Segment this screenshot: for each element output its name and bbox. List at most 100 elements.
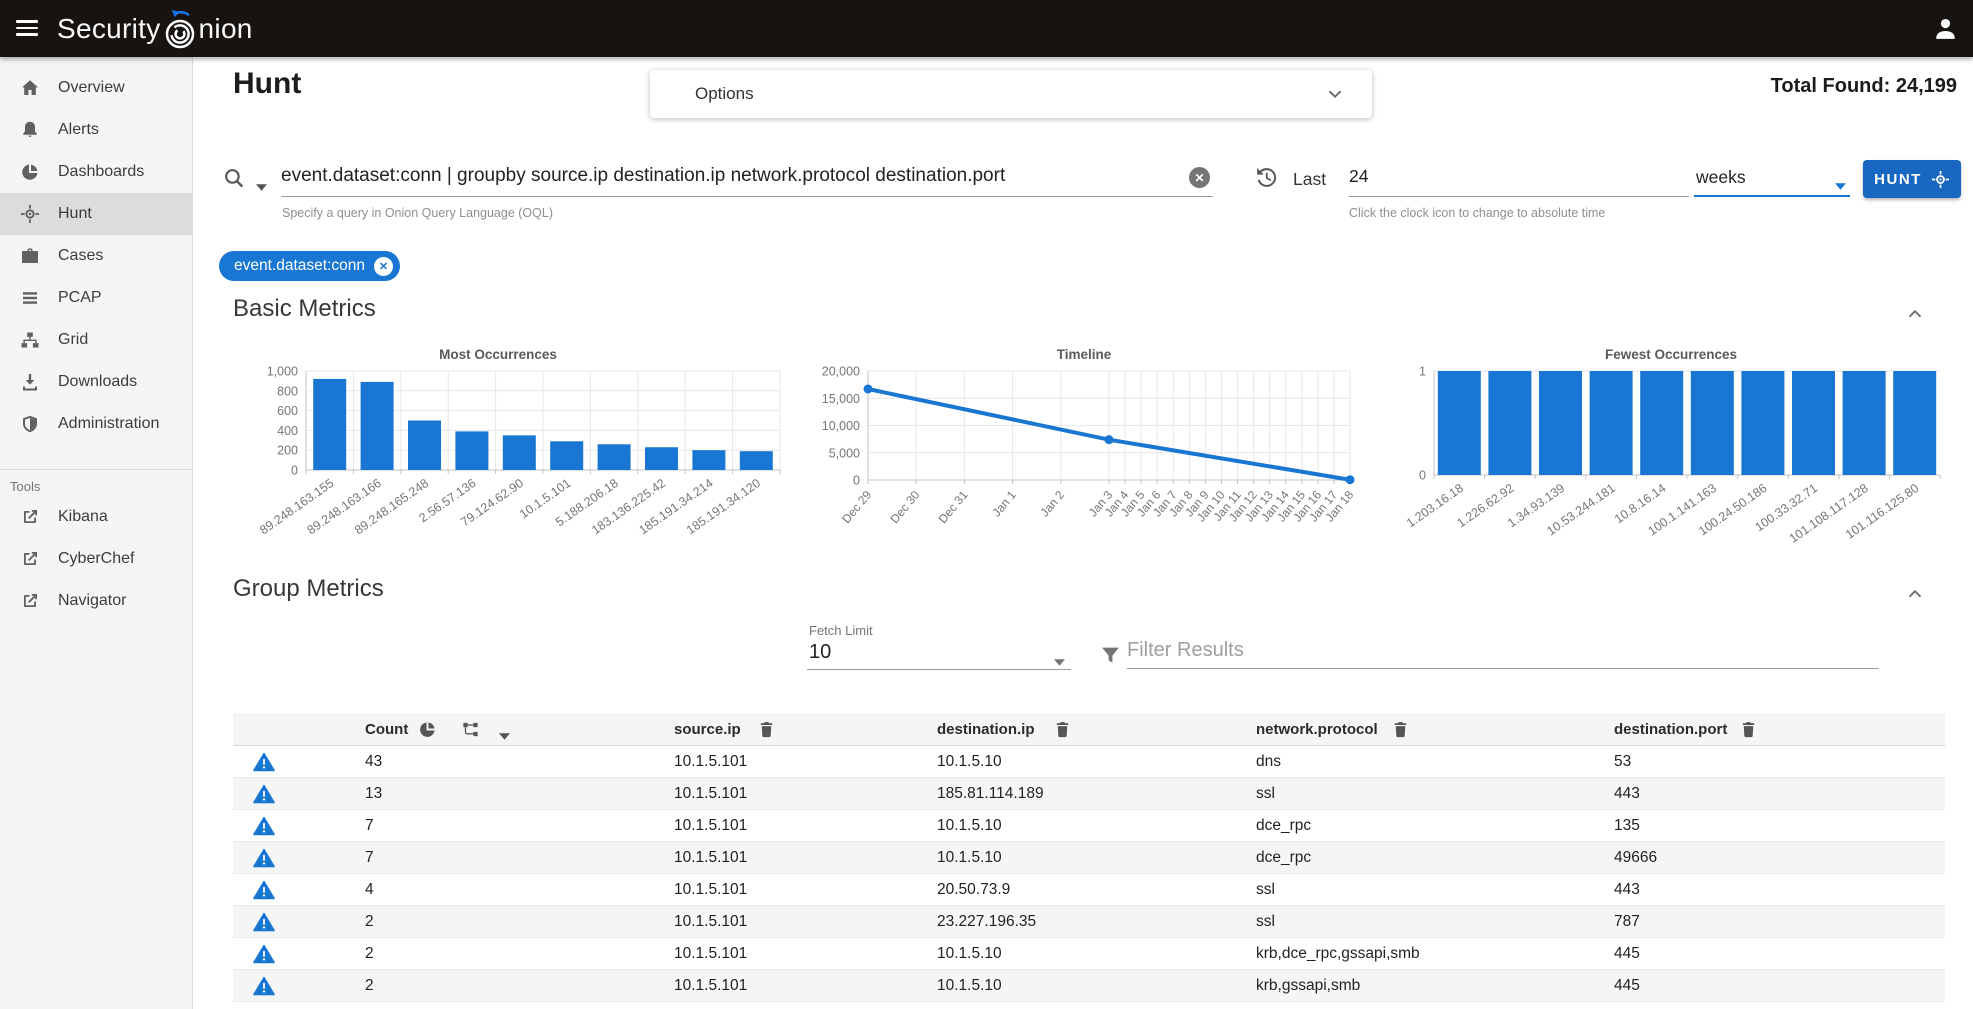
cell-network-protocol: ssl <box>1256 913 1275 931</box>
bar[interactable] <box>408 421 441 471</box>
time-value-input[interactable] <box>1349 161 1689 197</box>
bar[interactable] <box>740 451 773 470</box>
sidebar-item-kibana[interactable]: Kibana <box>0 496 192 538</box>
clear-query-icon[interactable]: ✕ <box>1189 167 1210 188</box>
bar[interactable] <box>1843 371 1886 475</box>
warning-icon[interactable] <box>253 848 275 868</box>
table-row[interactable]: 210.1.5.10110.1.5.10krb,dce_rpc,gssapi,s… <box>233 938 1945 970</box>
menu-icon[interactable] <box>10 12 44 44</box>
column-header-destination-port[interactable]: destination.port <box>1614 721 1727 738</box>
data-point[interactable] <box>864 384 873 393</box>
data-point[interactable] <box>1346 475 1355 484</box>
fetch-limit-select[interactable]: 10 <box>807 640 1071 670</box>
table-row[interactable]: 710.1.5.10110.1.5.10dce_rpc135 <box>233 810 1945 842</box>
warning-icon[interactable] <box>253 880 275 900</box>
bar[interactable] <box>1792 371 1835 475</box>
most-occurrences-chart[interactable]: Most Occurrences02004006008001,00089.248… <box>251 345 796 567</box>
user-account-icon[interactable] <box>1932 15 1959 42</box>
options-dropdown[interactable]: Options <box>650 70 1372 118</box>
filter-chip[interactable]: event.dataset:conn ✕ <box>219 251 400 281</box>
remove-column-trash-icon[interactable] <box>1053 720 1072 739</box>
bar[interactable] <box>313 379 346 470</box>
fewest-occurrences-chart[interactable]: Fewest Occurrences011.203.16.181.226.62.… <box>1406 345 1954 567</box>
collapse-basic-metrics-icon[interactable] <box>1905 303 1925 323</box>
sidebar-item-downloads[interactable]: Downloads <box>0 361 192 403</box>
warning-icon[interactable] <box>253 752 275 772</box>
remove-filter-icon[interactable]: ✕ <box>374 257 393 276</box>
warning-icon[interactable] <box>253 912 275 932</box>
bar[interactable] <box>1488 371 1531 475</box>
external-link-icon <box>20 507 40 527</box>
brand-text-left: Security <box>57 13 161 45</box>
bar[interactable] <box>1438 371 1481 475</box>
sidebar-item-cases[interactable]: Cases <box>0 235 192 277</box>
bar[interactable] <box>645 447 678 470</box>
sidebar-item-dashboards[interactable]: Dashboards <box>0 151 192 193</box>
sidebar-item-navigator[interactable]: Navigator <box>0 580 192 622</box>
query-input[interactable] <box>281 159 1213 197</box>
pie-chart-icon <box>20 162 40 182</box>
cell-destination-port: 787 <box>1614 913 1640 931</box>
sidebar-item-overview[interactable]: Overview <box>0 67 192 109</box>
bar[interactable] <box>598 444 631 470</box>
chart-type-dropdown-icon[interactable] <box>499 727 510 734</box>
lines-icon <box>20 288 40 308</box>
table-row[interactable]: 710.1.5.10110.1.5.10dce_rpc49666 <box>233 842 1945 874</box>
sidebar-item-label: Grid <box>58 331 88 349</box>
sidebar-item-hunt[interactable]: Hunt <box>0 193 192 235</box>
bar[interactable] <box>1893 371 1936 475</box>
svg-text:Jan 2: Jan 2 <box>1038 488 1068 520</box>
warning-icon[interactable] <box>253 816 275 836</box>
filter-results-input[interactable] <box>1127 637 1879 669</box>
collapse-group-metrics-icon[interactable] <box>1905 583 1925 603</box>
sidebar-item-grid[interactable]: Grid <box>0 319 192 361</box>
bar[interactable] <box>503 435 536 470</box>
column-header-source-ip[interactable]: source.ip <box>674 721 741 738</box>
sidebar-item-administration[interactable]: Administration <box>0 403 192 445</box>
graph-icon[interactable] <box>461 720 480 739</box>
column-header-destination-ip[interactable]: destination.ip <box>937 721 1035 738</box>
table-row[interactable]: 410.1.5.10120.50.73.9ssl443 <box>233 874 1945 906</box>
bar[interactable] <box>1539 371 1582 475</box>
table-row[interactable]: 210.1.5.10110.1.5.10krb,gssapi,smb445 <box>233 970 1945 1002</box>
relative-time-icon[interactable] <box>1253 165 1278 190</box>
warning-icon[interactable] <box>253 944 275 964</box>
bar[interactable] <box>1741 371 1784 475</box>
query-history-caret-icon[interactable] <box>256 178 267 185</box>
cell-count: 7 <box>365 849 374 867</box>
cell-destination-port: 49666 <box>1614 849 1657 867</box>
svg-text:10,000: 10,000 <box>822 419 860 433</box>
external-link-icon <box>20 591 40 611</box>
sidebar-item-alerts[interactable]: Alerts <box>0 109 192 151</box>
cell-source-ip: 10.1.5.101 <box>674 913 747 931</box>
bar[interactable] <box>1640 371 1683 475</box>
warning-icon[interactable] <box>253 976 275 996</box>
sidebar-item-cyberchef[interactable]: CyberChef <box>0 538 192 580</box>
sidebar-item-pcap[interactable]: PCAP <box>0 277 192 319</box>
data-point[interactable] <box>1105 435 1114 444</box>
column-header-count[interactable]: Count <box>365 721 408 738</box>
time-unit-value: weeks <box>1696 167 1746 188</box>
pie-chart-icon[interactable] <box>418 720 437 739</box>
remove-column-trash-icon[interactable] <box>757 720 776 739</box>
time-unit-select[interactable]: weeks <box>1694 161 1850 197</box>
table-row[interactable]: 4310.1.5.10110.1.5.10dns53 <box>233 746 1945 778</box>
hunt-button[interactable]: HUNT <box>1863 160 1961 198</box>
bar[interactable] <box>550 441 583 470</box>
table-row[interactable]: 210.1.5.10123.227.196.35ssl787 <box>233 906 1945 938</box>
remove-column-trash-icon[interactable] <box>1391 720 1410 739</box>
sidebar-item-label: Kibana <box>58 508 108 526</box>
timeline-chart[interactable]: Timeline05,00010,00015,00020,000Dec 29De… <box>805 345 1370 567</box>
bar[interactable] <box>455 431 488 470</box>
bar[interactable] <box>1691 371 1734 475</box>
query-hint: Specify a query in Onion Query Language … <box>282 206 553 220</box>
bar[interactable] <box>1590 371 1633 475</box>
column-header-network-protocol[interactable]: network.protocol <box>1256 721 1378 738</box>
bar[interactable] <box>361 382 394 470</box>
search-icon[interactable] <box>223 167 246 190</box>
warning-icon[interactable] <box>253 784 275 804</box>
cell-destination-port: 445 <box>1614 977 1640 995</box>
remove-column-trash-icon[interactable] <box>1739 720 1758 739</box>
bar[interactable] <box>692 450 725 470</box>
table-row[interactable]: 1310.1.5.101185.81.114.189ssl443 <box>233 778 1945 810</box>
